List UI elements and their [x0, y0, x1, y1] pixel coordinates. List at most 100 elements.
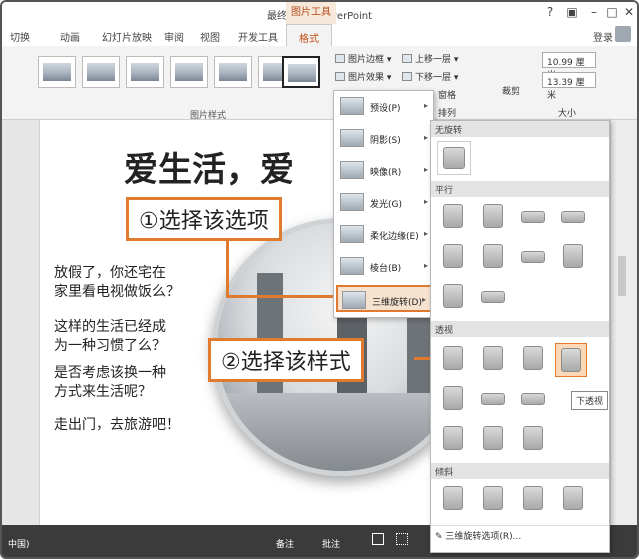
rotation-perspective-2[interactable]	[479, 343, 507, 373]
status-language: 中国)	[8, 540, 30, 550]
tab-view[interactable]: 视图	[200, 29, 220, 44]
comments-button[interactable]: 批注	[322, 537, 340, 550]
help-button[interactable]: ?	[542, 5, 558, 19]
bring-forward-label: 上移一层	[415, 55, 452, 65]
rotation-oblique-2[interactable]	[479, 483, 507, 513]
sign-in-link[interactable]: 登录	[593, 29, 613, 44]
rotation-perspective-1[interactable]	[439, 343, 467, 373]
rotation-perspective-8[interactable]	[439, 423, 467, 453]
send-backward-button[interactable]: 下移一层 ▾	[402, 70, 458, 83]
paragraph-3[interactable]: 是否考虑该换一种 方式来生活呢？	[54, 364, 166, 402]
paragraph-2-line-2: 为一种习惯了么？	[54, 338, 166, 354]
chevron-right-icon: ▸	[423, 229, 428, 238]
menu-item-3d-rotation[interactable]: 三维旋转(D) ▸	[336, 285, 432, 312]
menu-item-glow[interactable]: 发光(G) ▸	[336, 189, 432, 216]
picture-effects-label: 图片效果	[348, 73, 385, 83]
rotation-parallel-9[interactable]	[439, 281, 467, 311]
menu-item-3d-rotation-label: 三维旋转(D)	[372, 298, 422, 308]
rotation-perspective-10[interactable]	[519, 423, 547, 453]
callout-step2: ②选择该样式	[208, 338, 364, 382]
rotation-perspective-6[interactable]	[479, 383, 507, 413]
tab-format[interactable]: 格式	[286, 24, 332, 47]
scrollbar-thumb[interactable]	[618, 256, 626, 296]
slide-sorter-icon[interactable]	[396, 533, 408, 545]
paragraph-4[interactable]: 走出门，去旅游吧！	[54, 416, 180, 435]
menu-item-preset[interactable]: 预设(P) ▸	[336, 93, 432, 120]
tab-slideshow[interactable]: 幻灯片放映	[102, 29, 152, 44]
rotation-perspective-below[interactable]	[555, 343, 587, 377]
rotation-parallel-5[interactable]	[439, 241, 467, 271]
picture-border-label: 图片边框	[348, 55, 385, 65]
picture-style-3[interactable]	[126, 56, 164, 88]
rotation-parallel-4[interactable]	[559, 201, 587, 231]
rotation-oblique-4[interactable]	[559, 483, 587, 513]
bring-forward-button[interactable]: 上移一层 ▾	[402, 52, 458, 65]
slide-title[interactable]: 爱生活，爱	[124, 142, 294, 191]
rotation-none[interactable]	[437, 141, 471, 175]
preset-icon	[340, 97, 364, 115]
ribbon-display-button[interactable]: ▣	[564, 5, 580, 19]
menu-item-bevel[interactable]: 棱台(B) ▸	[336, 253, 432, 280]
menu-item-soft-edges-label: 柔化边缘(E)	[370, 232, 419, 242]
menu-item-shadow[interactable]: 阴影(S) ▸	[336, 125, 432, 152]
tab-animations[interactable]: 动画	[60, 29, 80, 44]
selection-pane-button[interactable]: 窗格	[438, 88, 456, 101]
paragraph-3-line-1: 是否考虑该换一种	[54, 365, 166, 381]
rotation-parallel-2[interactable]	[479, 201, 507, 231]
3d-rotation-options-label: 三维旋转选项(R)...	[445, 532, 522, 542]
picture-style-2[interactable]	[82, 56, 120, 88]
rotation-parallel-8[interactable]	[559, 241, 587, 271]
rotation-parallel-3[interactable]	[519, 201, 547, 231]
thumbnail-pane[interactable]	[2, 120, 40, 525]
rotation-perspective-7[interactable]	[519, 383, 547, 413]
size-group-label: 大小	[558, 109, 577, 119]
rotation-perspective-3[interactable]	[519, 343, 547, 373]
section-perspective: 透视	[431, 321, 609, 337]
menu-item-reflection[interactable]: 映像(R) ▸	[336, 157, 432, 184]
3d-rotation-options-link[interactable]: ✎ 三维旋转选项(R)...	[431, 525, 609, 543]
menu-item-glow-label: 发光(G)	[370, 200, 402, 210]
rotation-parallel-10[interactable]	[479, 281, 507, 311]
picture-style-5[interactable]	[214, 56, 252, 88]
width-input[interactable]: 13.39 厘米	[542, 72, 596, 101]
vertical-scrollbar[interactable]	[610, 120, 637, 525]
section-oblique: 倾斜	[431, 463, 609, 479]
send-backward-label: 下移一层	[415, 73, 452, 83]
rotation-parallel-6[interactable]	[479, 241, 507, 271]
picture-style-1[interactable]	[38, 56, 76, 88]
menu-item-preset-label: 预设(P)	[370, 104, 401, 114]
normal-view-icon[interactable]	[372, 533, 384, 545]
picture-border-button[interactable]: 图片边框 ▾	[335, 52, 391, 65]
minimize-button[interactable]: –	[586, 5, 602, 19]
rotation-parallel-1[interactable]	[439, 201, 467, 231]
height-input[interactable]: 10.99 厘米	[542, 52, 596, 81]
picture-style-4[interactable]	[170, 56, 208, 88]
tab-review[interactable]: 审阅	[164, 29, 184, 44]
picture-effects-button[interactable]: 图片效果 ▾	[335, 70, 391, 83]
close-button[interactable]: ✕	[621, 5, 637, 19]
tab-developer[interactable]: 开发工具	[238, 29, 278, 44]
picture-effects-menu: 预设(P) ▸ 阴影(S) ▸ 映像(R) ▸ 发光(G) ▸ 柔化边缘(E) ▸ 棱台(…	[333, 90, 434, 318]
bring-forward-icon	[402, 54, 412, 63]
rotation-perspective-5[interactable]	[439, 383, 467, 413]
menu-item-soft-edges[interactable]: 柔化边缘(E) ▸	[336, 221, 432, 248]
chevron-right-icon: ▸	[423, 133, 428, 142]
rotation-parallel-7[interactable]	[519, 241, 547, 271]
rotation-perspective-9[interactable]	[479, 423, 507, 453]
avatar[interactable]	[615, 26, 631, 42]
arrange-group-label: 排列	[438, 109, 457, 119]
crop-button[interactable]: 裁剪	[502, 84, 520, 97]
picture-style-7-selected[interactable]	[282, 56, 320, 88]
tab-transitions[interactable]: 切换	[10, 29, 30, 44]
paragraph-2[interactable]: 这样的生活已经成 为一种习惯了么？	[54, 318, 166, 356]
rotation-oblique-1[interactable]	[439, 483, 467, 513]
maximize-button[interactable]: □	[604, 5, 620, 19]
rotation-oblique-3[interactable]	[519, 483, 547, 513]
paragraph-1[interactable]: 放假了，你还宅在 家里看电视做饭么？	[54, 264, 180, 302]
paragraph-1-line-2: 家里看电视做饭么？	[54, 284, 180, 300]
paragraph-1-line-1: 放假了，你还宅在	[54, 265, 166, 281]
soft-edges-icon	[340, 225, 364, 243]
notes-button[interactable]: 备注	[276, 537, 294, 550]
tooltip-perspective-below: 下透视	[571, 391, 609, 410]
3d-rotation-gallery: 无旋转 平行 透视 倾斜 ✎ 三维旋转选项(R)...	[430, 120, 610, 553]
